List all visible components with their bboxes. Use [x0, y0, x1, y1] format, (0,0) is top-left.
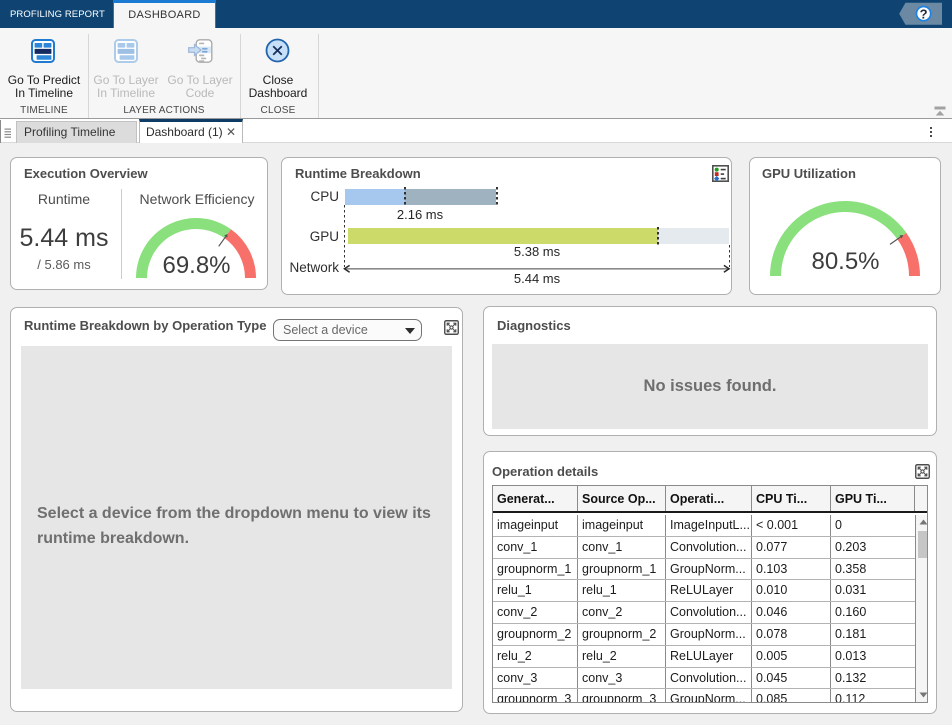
- svg-text:?: ?: [920, 6, 928, 21]
